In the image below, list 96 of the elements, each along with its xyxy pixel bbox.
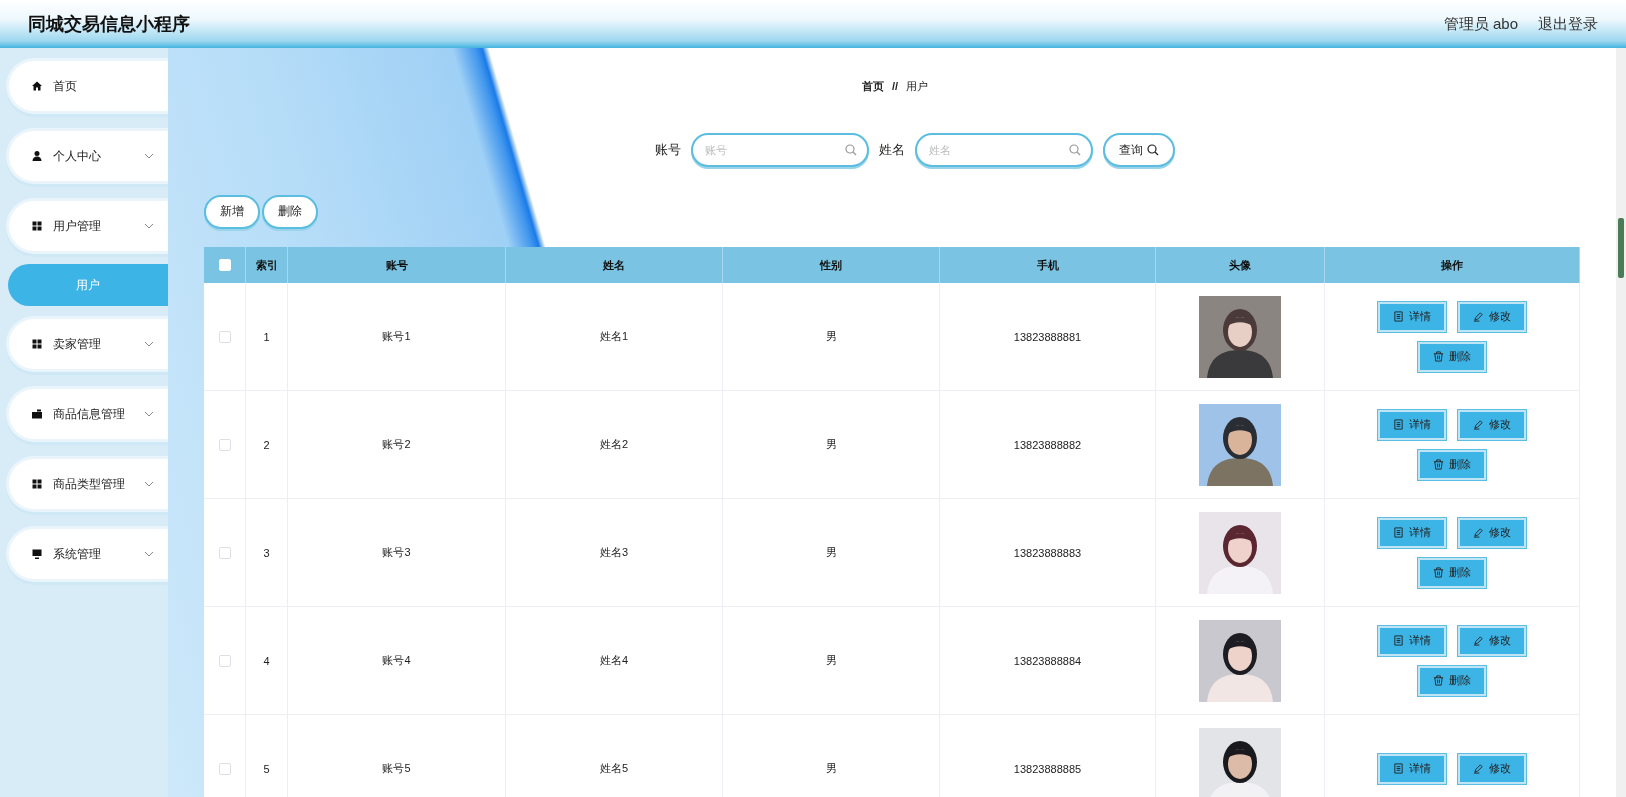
sidebar-item[interactable]: 用户管理 (6, 198, 168, 254)
search-icon (1069, 144, 1081, 156)
table-cell: 男 (723, 283, 940, 390)
table-cell: 姓名3 (506, 499, 723, 606)
monitor-icon (31, 548, 43, 560)
delete-button[interactable]: 删除 (1418, 557, 1486, 588)
table-cell: 账号1 (288, 283, 506, 390)
detail-button[interactable]: 详情 (1378, 625, 1446, 656)
field-label: 账号 (655, 141, 681, 159)
table-cell: 男 (723, 499, 940, 606)
column-header: 手机 (940, 247, 1156, 283)
column-header: 账号 (288, 247, 506, 283)
table-cell: 姓名4 (506, 607, 723, 714)
app-title: 同城交易信息小程序 (28, 13, 190, 36)
document-icon (1393, 311, 1404, 322)
wallet-icon (31, 408, 43, 420)
user-icon (31, 150, 43, 162)
table-cell: 3 (246, 499, 288, 606)
home-icon (31, 80, 43, 92)
document-icon (1393, 635, 1404, 646)
document-icon (1393, 419, 1404, 430)
table-cell: 13823888882 (940, 391, 1156, 498)
row-checkbox[interactable] (218, 546, 231, 559)
logout-link[interactable]: 退出登录 (1538, 14, 1598, 34)
table-cell: 13823888884 (940, 607, 1156, 714)
table-cell: 账号5 (288, 715, 506, 797)
trash-icon (1433, 675, 1444, 686)
pencil-icon (1473, 763, 1484, 774)
edit-button[interactable]: 修改 (1458, 517, 1526, 548)
document-icon (1393, 527, 1404, 538)
delete-button[interactable]: 删除 (1418, 665, 1486, 696)
row-checkbox[interactable] (218, 438, 231, 451)
table-cell: 13823888881 (940, 283, 1156, 390)
add-button[interactable]: 新增 (204, 194, 260, 229)
detail-button[interactable]: 详情 (1378, 753, 1446, 784)
column-header: 姓名 (506, 247, 723, 283)
sidebar-item[interactable]: 卖家管理 (6, 316, 168, 372)
sidebar-item[interactable]: 首页 (6, 58, 168, 114)
column-header: 操作 (1325, 247, 1580, 283)
table-cell: 4 (246, 607, 288, 714)
trash-icon (1433, 459, 1444, 470)
table-cell: 账号3 (288, 499, 506, 606)
pencil-icon (1473, 527, 1484, 538)
column-header: 索引 (246, 247, 288, 283)
edit-button[interactable]: 修改 (1458, 625, 1526, 656)
delete-button[interactable]: 删除 (1418, 449, 1486, 480)
table-cell: 2 (246, 391, 288, 498)
table-cell: 5 (246, 715, 288, 797)
pencil-icon (1473, 311, 1484, 322)
table-cell: 13823888885 (940, 715, 1156, 797)
row-checkbox[interactable] (218, 330, 231, 343)
field-label: 姓名 (879, 141, 905, 159)
document-icon (1393, 763, 1404, 774)
sidebar-item[interactable]: 个人中心 (6, 128, 168, 184)
search-icon (1147, 144, 1159, 156)
detail-button[interactable]: 详情 (1378, 517, 1446, 548)
delete-button[interactable]: 删除 (262, 194, 318, 229)
table-cell: 男 (723, 391, 940, 498)
table-cell: 男 (723, 607, 940, 714)
scrollbar[interactable] (1616, 48, 1626, 797)
trash-icon (1433, 351, 1444, 362)
breadcrumb-link[interactable]: 首页 (861, 78, 884, 94)
grid-icon (31, 478, 43, 490)
table-cell: 1 (246, 283, 288, 390)
table-cell: 姓名1 (506, 283, 723, 390)
select-all-checkbox[interactable] (218, 259, 231, 271)
column-header: 性别 (723, 247, 940, 283)
row-checkbox[interactable] (218, 654, 231, 667)
table-cell: 男 (723, 715, 940, 797)
edit-button[interactable]: 修改 (1458, 753, 1526, 784)
table-cell: 13823888883 (940, 499, 1156, 606)
edit-button[interactable]: 修改 (1458, 409, 1526, 440)
table-cell: 账号4 (288, 607, 506, 714)
sidebar-item[interactable]: 系统管理 (6, 526, 168, 582)
pencil-icon (1473, 635, 1484, 646)
search-field[interactable]: 姓名 (915, 133, 1093, 167)
pencil-icon (1473, 419, 1484, 430)
table-cell: 姓名5 (506, 715, 723, 797)
delete-button[interactable]: 删除 (1418, 341, 1486, 372)
admin-user-label: 管理员 abo (1443, 14, 1518, 34)
row-checkbox[interactable] (218, 762, 231, 775)
grid-icon (31, 220, 43, 232)
breadcrumb-current: 用户 (906, 78, 929, 94)
column-header: 头像 (1156, 247, 1325, 283)
table-cell: 姓名2 (506, 391, 723, 498)
table-cell: 账号2 (288, 391, 506, 498)
trash-icon (1433, 567, 1444, 578)
breadcrumb-separator: // (891, 80, 899, 92)
detail-button[interactable]: 详情 (1378, 409, 1446, 440)
sidebar-item[interactable]: 商品类型管理 (6, 456, 168, 512)
sidebar-item[interactable]: 商品信息管理 (6, 386, 168, 442)
edit-button[interactable]: 修改 (1458, 301, 1526, 332)
search-icon (845, 144, 857, 156)
grid-icon (31, 338, 43, 350)
detail-button[interactable]: 详情 (1378, 301, 1446, 332)
query-button[interactable]: 查询 (1103, 133, 1175, 167)
